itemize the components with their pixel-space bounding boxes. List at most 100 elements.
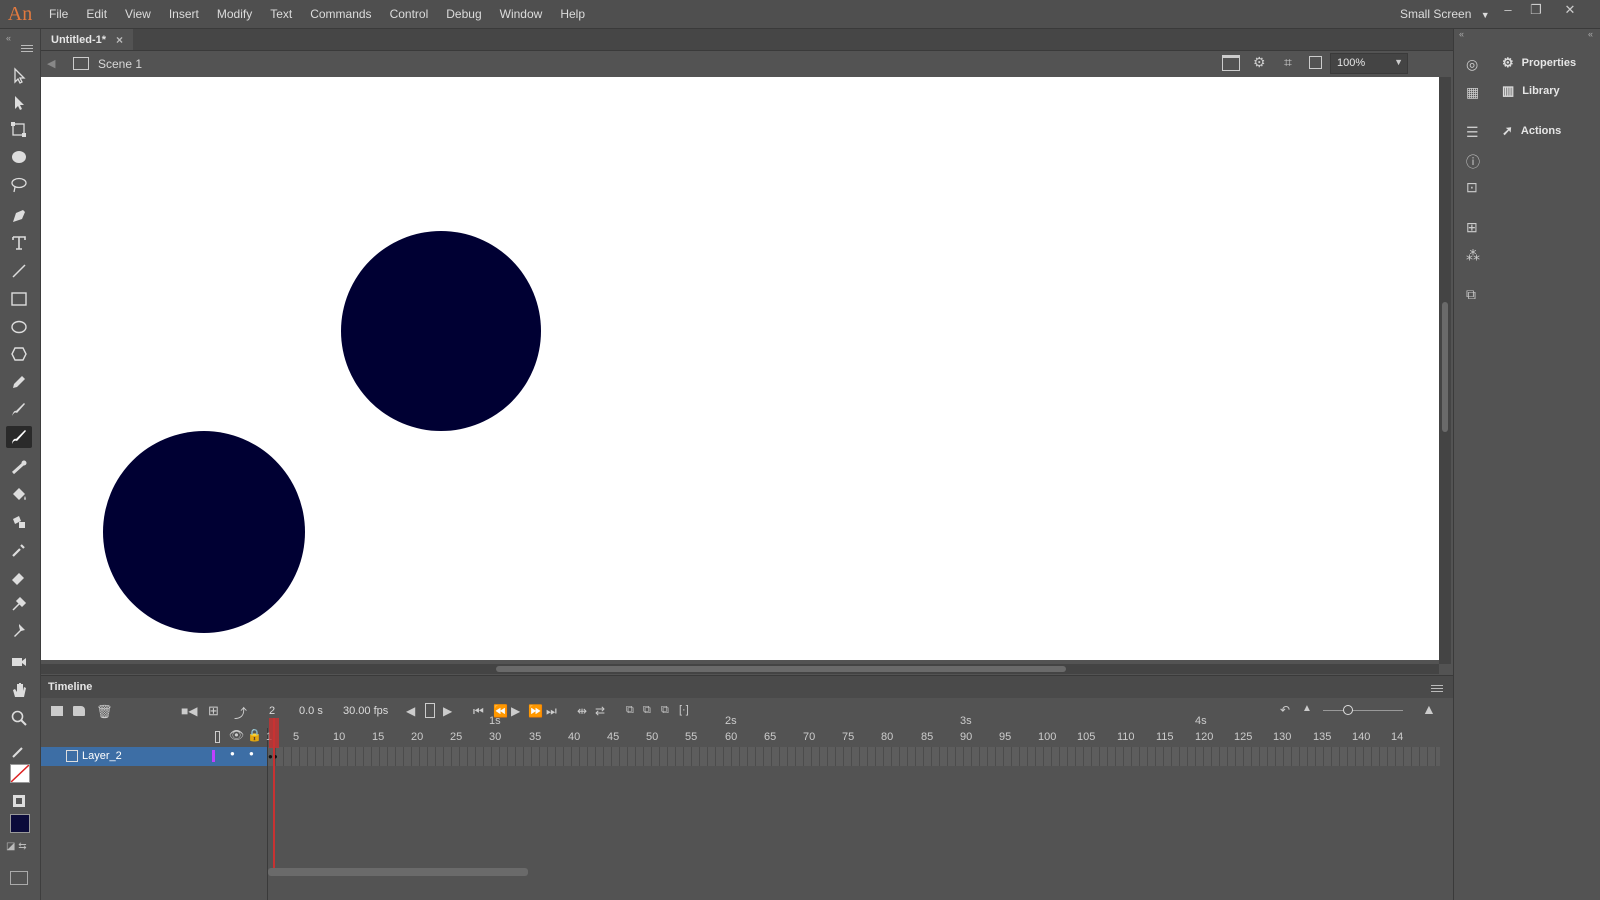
trash-icon[interactable]: 🗑 [96, 704, 113, 720]
menu-help[interactable]: Help [551, 0, 594, 28]
menu-edit[interactable]: Edit [77, 0, 116, 28]
info-panel-icon[interactable]: ⓘ [1466, 152, 1480, 172]
code-snippets-icon[interactable]: ⧉ [1466, 286, 1476, 303]
eye-icon[interactable]: 👁 [229, 728, 244, 742]
visibility-dot-icon[interactable]: ● [230, 749, 235, 758]
menu-control[interactable]: Control [381, 0, 438, 28]
loop-icon[interactable]: ⇹ [577, 704, 587, 718]
vertical-scrollbar[interactable] [1439, 77, 1451, 664]
oval-tool-icon[interactable] [6, 316, 32, 338]
paint-bucket-tool-icon[interactable] [6, 484, 32, 506]
lock-icon[interactable]: 🔒 [247, 728, 262, 742]
layer-parenting-icon[interactable]: ⊞ [208, 703, 219, 719]
lock-dot-icon[interactable]: ● [249, 749, 254, 758]
selection-tool-icon[interactable] [6, 65, 32, 87]
motion-presets-icon[interactable]: ⁂ [1466, 247, 1480, 264]
edit-multiple-frames-icon[interactable]: ⧉ [661, 704, 669, 717]
scroll-thumb[interactable] [1442, 302, 1448, 432]
snap-icon[interactable]: ⌗ [1284, 54, 1292, 71]
panel-menu-icon[interactable] [21, 43, 33, 54]
options-icon[interactable] [10, 871, 28, 885]
current-frame[interactable]: 2 [269, 705, 275, 717]
play-icon[interactable]: ▶ [511, 704, 520, 718]
elapsed-time[interactable]: 0.0 s [299, 705, 323, 717]
step-forward-icon[interactable]: ▶ [443, 704, 452, 718]
components-panel-icon[interactable]: ⊞ [1466, 219, 1478, 236]
collapse-icon[interactable]: « [1588, 29, 1593, 39]
expand-icon[interactable]: « [1459, 29, 1464, 39]
modify-markers-icon[interactable]: [·] [679, 704, 689, 716]
onion-skin-outlines-icon[interactable]: ⧉ [643, 704, 651, 717]
line-tool-icon[interactable] [6, 260, 32, 282]
properties-panel-button[interactable]: ⚙ Properties [1502, 51, 1576, 75]
pen-tool-icon[interactable] [6, 205, 32, 227]
zoom-in-icon[interactable]: ▲ [1422, 701, 1436, 717]
width-tool-icon[interactable] [6, 593, 32, 615]
polystar-tool-icon[interactable] [6, 343, 32, 365]
circle-shape[interactable] [103, 431, 305, 633]
free-transform-tool-icon[interactable] [6, 119, 32, 141]
layer-row[interactable]: Layer_2 ● ● [41, 747, 267, 766]
horizontal-scrollbar[interactable] [41, 664, 1439, 674]
menu-file[interactable]: File [40, 0, 77, 28]
paint-brush-tool-icon[interactable] [6, 398, 32, 420]
fill-color-swatch[interactable] [10, 814, 30, 833]
scroll-thumb[interactable] [496, 666, 1066, 672]
fill-color-icon[interactable] [6, 790, 32, 812]
back-arrow-icon[interactable]: ◀ [47, 57, 55, 70]
next-frame-icon[interactable]: ⏩ [528, 704, 543, 718]
frame-rate[interactable]: 30.00 fps [343, 705, 388, 717]
step-back-icon[interactable]: ◀ [406, 704, 415, 718]
undo-icon[interactable]: ↶ [1280, 703, 1290, 717]
zoom-out-icon[interactable]: ▲ [1302, 703, 1312, 714]
bone-tool-icon[interactable] [6, 457, 32, 479]
pencil-tool-icon[interactable] [6, 371, 32, 393]
align-panel-icon[interactable]: ☰ [1466, 124, 1479, 141]
layer-color-indicator[interactable] [212, 750, 215, 762]
menu-view[interactable]: View [116, 0, 160, 28]
menu-commands[interactable]: Commands [301, 0, 380, 28]
menu-debug[interactable]: Debug [437, 0, 490, 28]
go-to-last-frame-icon[interactable]: ⏭ [546, 704, 557, 719]
collapse-icon[interactable]: « [6, 33, 11, 43]
rectangle-tool-icon[interactable] [6, 288, 32, 310]
graph-icon[interactable]: ⤴ [234, 703, 247, 722]
subselection-tool-icon[interactable] [6, 92, 32, 114]
frame-ruler[interactable]: 1510152025303540455055606570758085909510… [266, 715, 1440, 747]
new-folder-icon[interactable] [73, 706, 85, 716]
ink-bottle-tool-icon[interactable] [6, 511, 32, 533]
asset-warp-tool-icon[interactable] [6, 620, 32, 642]
go-to-first-frame-icon[interactable]: ⏮ [473, 704, 484, 719]
menu-insert[interactable]: Insert [160, 0, 208, 28]
3d-rotation-tool-icon[interactable] [6, 146, 32, 168]
menu-modify[interactable]: Modify [208, 0, 261, 28]
close-window-button[interactable]: ✕ [1556, 0, 1584, 22]
actions-panel-button[interactable]: ➚ Actions [1502, 119, 1561, 143]
menu-text[interactable]: Text [261, 0, 301, 28]
zoom-dropdown[interactable]: 100% ▼ [1330, 53, 1408, 74]
close-tab-icon[interactable]: × [116, 33, 123, 47]
stroke-color-swatch[interactable] [10, 764, 30, 783]
onion-skin-icon[interactable]: ⧉ [626, 704, 634, 717]
scene-label[interactable]: Scene 1 [98, 57, 142, 71]
hand-tool-icon[interactable] [6, 679, 32, 701]
slider-thumb[interactable] [1343, 705, 1353, 715]
center-frame-icon[interactable] [425, 703, 435, 718]
timeline-scroll-thumb[interactable] [268, 868, 528, 876]
zoom-tool-icon[interactable] [6, 707, 32, 729]
zoom-slider[interactable] [1323, 705, 1403, 715]
playhead-handle[interactable] [269, 718, 279, 748]
layer-frames[interactable]: ●● [268, 747, 1440, 766]
restore-button[interactable]: ❐ [1522, 0, 1550, 22]
lasso-tool-icon[interactable] [6, 174, 32, 196]
clip-stage-icon[interactable] [1309, 56, 1322, 69]
minimize-button[interactable]: – [1494, 0, 1522, 22]
library-panel-button[interactable]: ▥ Library [1502, 79, 1560, 103]
menu-window[interactable]: Window [491, 0, 552, 28]
color-panel-icon[interactable]: ◎ [1466, 56, 1478, 73]
workspace-switcher[interactable]: Small Screen ▼ [1400, 0, 1490, 28]
new-layer-icon[interactable] [51, 706, 63, 716]
stroke-color-icon[interactable] [6, 740, 32, 762]
outline-icon[interactable] [215, 731, 220, 743]
document-tab[interactable]: Untitled-1* × [41, 29, 134, 50]
